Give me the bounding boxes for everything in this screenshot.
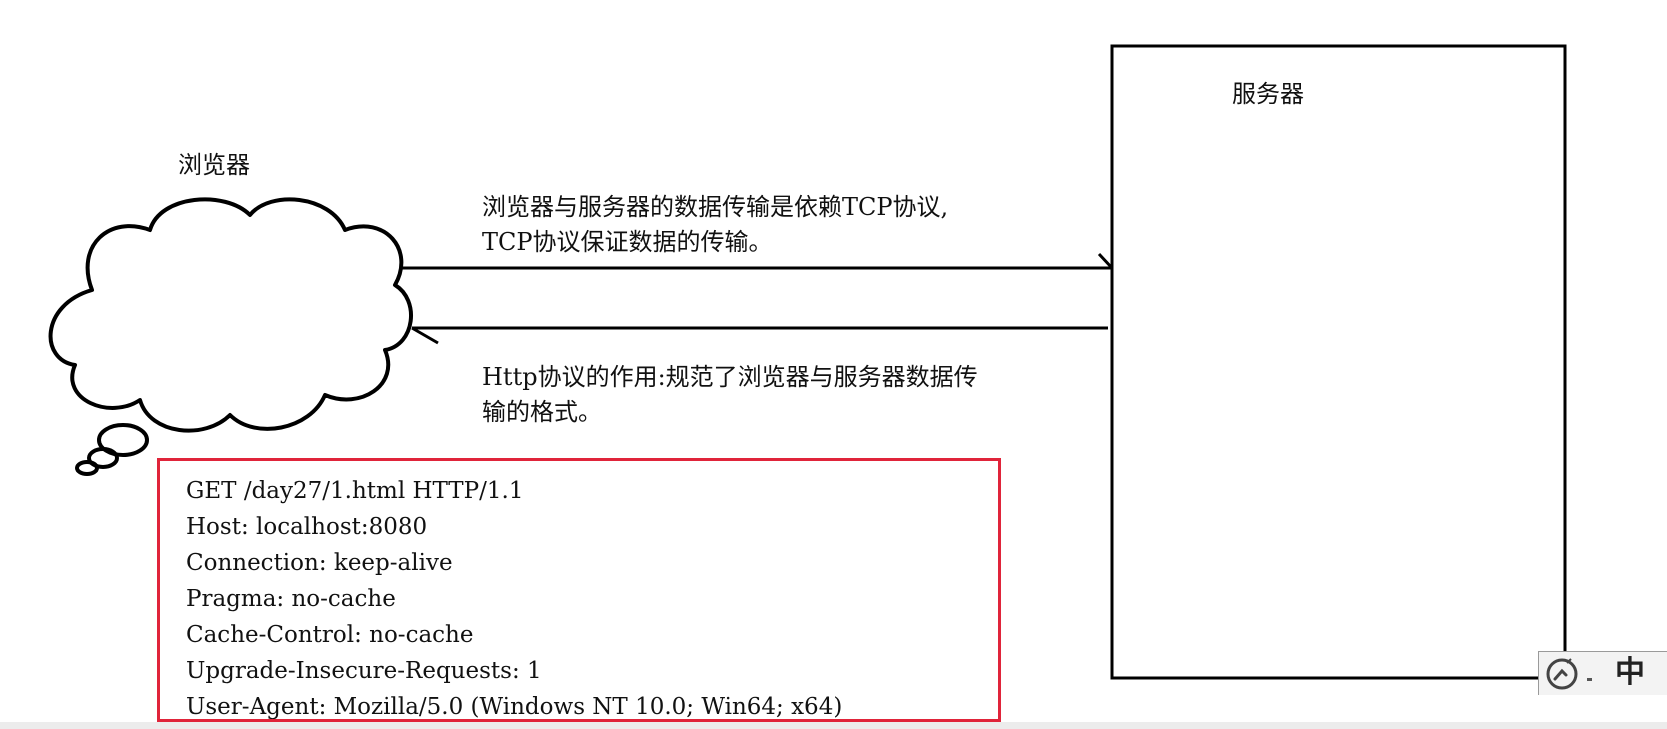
http-request-lines: GET /day27/1.html HTTP/1.1 Host: localho… [186,473,843,720]
cloud-icon [48,197,413,476]
request-line: Cache-Control: no-cache [186,622,474,648]
response-arrow [411,326,1108,345]
tcp-note: 浏览器与服务器的数据传输是依赖TCP协议, TCP协议保证数据的传输。 [482,190,948,260]
tcp-note-line-2: TCP协议保证数据的传输。 [482,228,773,256]
request-line: Host: localhost:8080 [186,514,428,540]
input-method-icon [1546,658,1578,690]
http-request-box: GET /day27/1.html HTTP/1.1 Host: localho… [157,458,1001,722]
server-label: 服务器 [1232,80,1304,108]
request-line: User-Agent: Mozilla/5.0 (Windows NT 10.0… [186,694,843,720]
bottom-strip [0,722,1667,729]
request-line: GET /day27/1.html HTTP/1.1 [186,478,524,504]
ime-indicator[interactable]: 中 [1538,651,1667,695]
http-note-line-2: 输的格式。 [482,398,602,426]
server-box [1110,44,1567,680]
browser-label: 浏览器 [178,151,250,179]
ime-separator-dot [1587,678,1592,681]
http-note-line-1: Http协议的作用:规范了浏览器与服务器数据传 [482,363,978,391]
request-line: Connection: keep-alive [186,550,453,576]
request-line: Upgrade-Insecure-Requests: 1 [186,658,542,684]
ime-mode-label[interactable]: 中 [1615,655,1645,691]
http-note: Http协议的作用:规范了浏览器与服务器数据传 输的格式。 [482,360,978,430]
request-line: Pragma: no-cache [186,586,396,612]
tcp-note-line-1: 浏览器与服务器的数据传输是依赖TCP协议, [482,193,949,221]
